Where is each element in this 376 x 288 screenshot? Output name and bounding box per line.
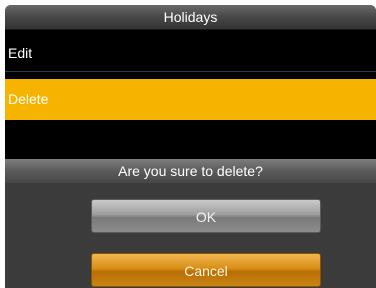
menu-item-edit[interactable]: Edit bbox=[5, 35, 376, 72]
page-title: Holidays bbox=[163, 9, 218, 25]
menu-item-label: Delete bbox=[8, 91, 49, 107]
menu-item-label: Edit bbox=[8, 45, 33, 61]
confirm-dialog: Are you sure to delete? OK Cancel bbox=[5, 159, 376, 288]
ok-button[interactable]: OK bbox=[91, 199, 321, 233]
title-bar: Holidays bbox=[5, 5, 376, 30]
dialog-message: Are you sure to delete? bbox=[5, 159, 376, 183]
device-screen: Holidays Edit Delete Are you sure to del… bbox=[5, 5, 376, 288]
cancel-button[interactable]: Cancel bbox=[91, 253, 321, 287]
menu-item-delete[interactable]: Delete bbox=[5, 79, 376, 120]
